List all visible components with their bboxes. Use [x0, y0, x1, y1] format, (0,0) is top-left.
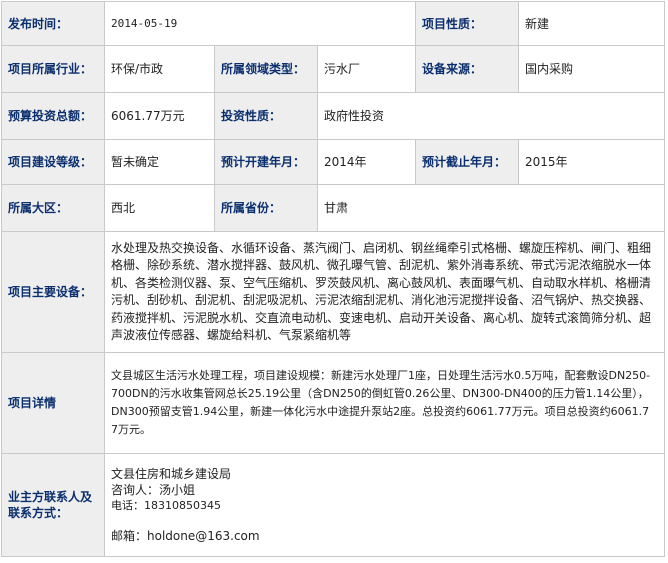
equipment-value: 水处理及热交换设备、水循环设备、蒸汽阀门、启闭机、钢丝绳牵引式格栅、螺旋压榨机、…: [103, 231, 666, 353]
row-industry: 项目所属行业： 环保/市政 所属领域类型： 污水厂 设备来源： 国内采购: [1, 45, 666, 93]
contact-person: 咨询人：汤小姐: [111, 483, 196, 497]
region-value: 西北: [104, 184, 215, 232]
domain-type-label: 所属领域类型：: [214, 45, 318, 93]
row-level: 项目建设等级： 暂未确定 预计开建年月： 2014年 预计截止年月： 2015年: [1, 139, 666, 185]
invest-nature-label: 投资性质：: [214, 92, 318, 140]
contact-org: 文县住房和城乡建设局: [111, 467, 232, 481]
invest-nature-value: 政府性投资: [316, 92, 666, 140]
details-label: 项目详情: [1, 352, 105, 454]
row-details: 项目详情 文县城区生活污水处理工程，项目建设规模：新建污水处理厂1座，日处理生活…: [1, 352, 666, 454]
level-value: 暂未确定: [104, 139, 215, 185]
province-label: 所属省份：: [214, 184, 318, 232]
row-publish: 发布时间： 2014-05-19 项目性质： 新建: [1, 1, 666, 46]
project-info-table: 发布时间： 2014-05-19 项目性质： 新建 项目所属行业： 环保/市政 …: [1, 1, 666, 557]
publish-time-label: 发布时间：: [1, 1, 105, 46]
publish-time-value: 2014-05-19: [103, 1, 417, 46]
budget-value: 6061.77万元: [104, 92, 215, 140]
equip-source-value: 国内采购: [518, 45, 666, 93]
equipment-label: 项目主要设备：: [1, 231, 105, 353]
row-budget: 预算投资总额： 6061.77万元 投资性质： 政府性投资: [1, 92, 666, 140]
level-label: 项目建设等级：: [1, 139, 105, 185]
details-value: 文县城区生活污水处理工程，项目建设规模：新建污水处理厂1座，日处理生活污水0.5…: [103, 352, 666, 454]
region-label: 所属大区：: [1, 184, 105, 232]
end-date-value: 2015年: [518, 139, 666, 185]
domain-type-value: 污水厂: [316, 45, 417, 93]
row-region: 所属大区： 西北 所属省份： 甘肃: [1, 184, 666, 232]
industry-label: 项目所属行业：: [1, 45, 105, 93]
industry-value: 环保/市政: [104, 45, 215, 93]
equip-source-label: 设备来源：: [415, 45, 520, 93]
contact-phone: 电话：18310850345: [111, 499, 221, 512]
contact-email[interactable]: 邮箱：holdone@163.com: [111, 528, 658, 544]
project-nature-label: 项目性质：: [415, 1, 520, 46]
province-value: 甘肃: [316, 184, 666, 232]
row-contact: 业主方联系人及联系方式： 文县住房和城乡建设局 咨询人：汤小姐 电话：18310…: [1, 453, 666, 557]
contact-value: 文县住房和城乡建设局 咨询人：汤小姐 电话：18310850345 邮箱：hol…: [103, 453, 666, 557]
row-equipment: 项目主要设备： 水处理及热交换设备、水循环设备、蒸汽阀门、启闭机、钢丝绳牵引式格…: [1, 231, 666, 353]
end-date-label: 预计截止年月：: [415, 139, 520, 185]
project-nature-value: 新建: [518, 1, 666, 46]
contact-label: 业主方联系人及联系方式：: [1, 453, 105, 557]
start-date-label: 预计开建年月：: [214, 139, 318, 185]
budget-label: 预算投资总额：: [1, 92, 105, 140]
start-date-value: 2014年: [316, 139, 417, 185]
